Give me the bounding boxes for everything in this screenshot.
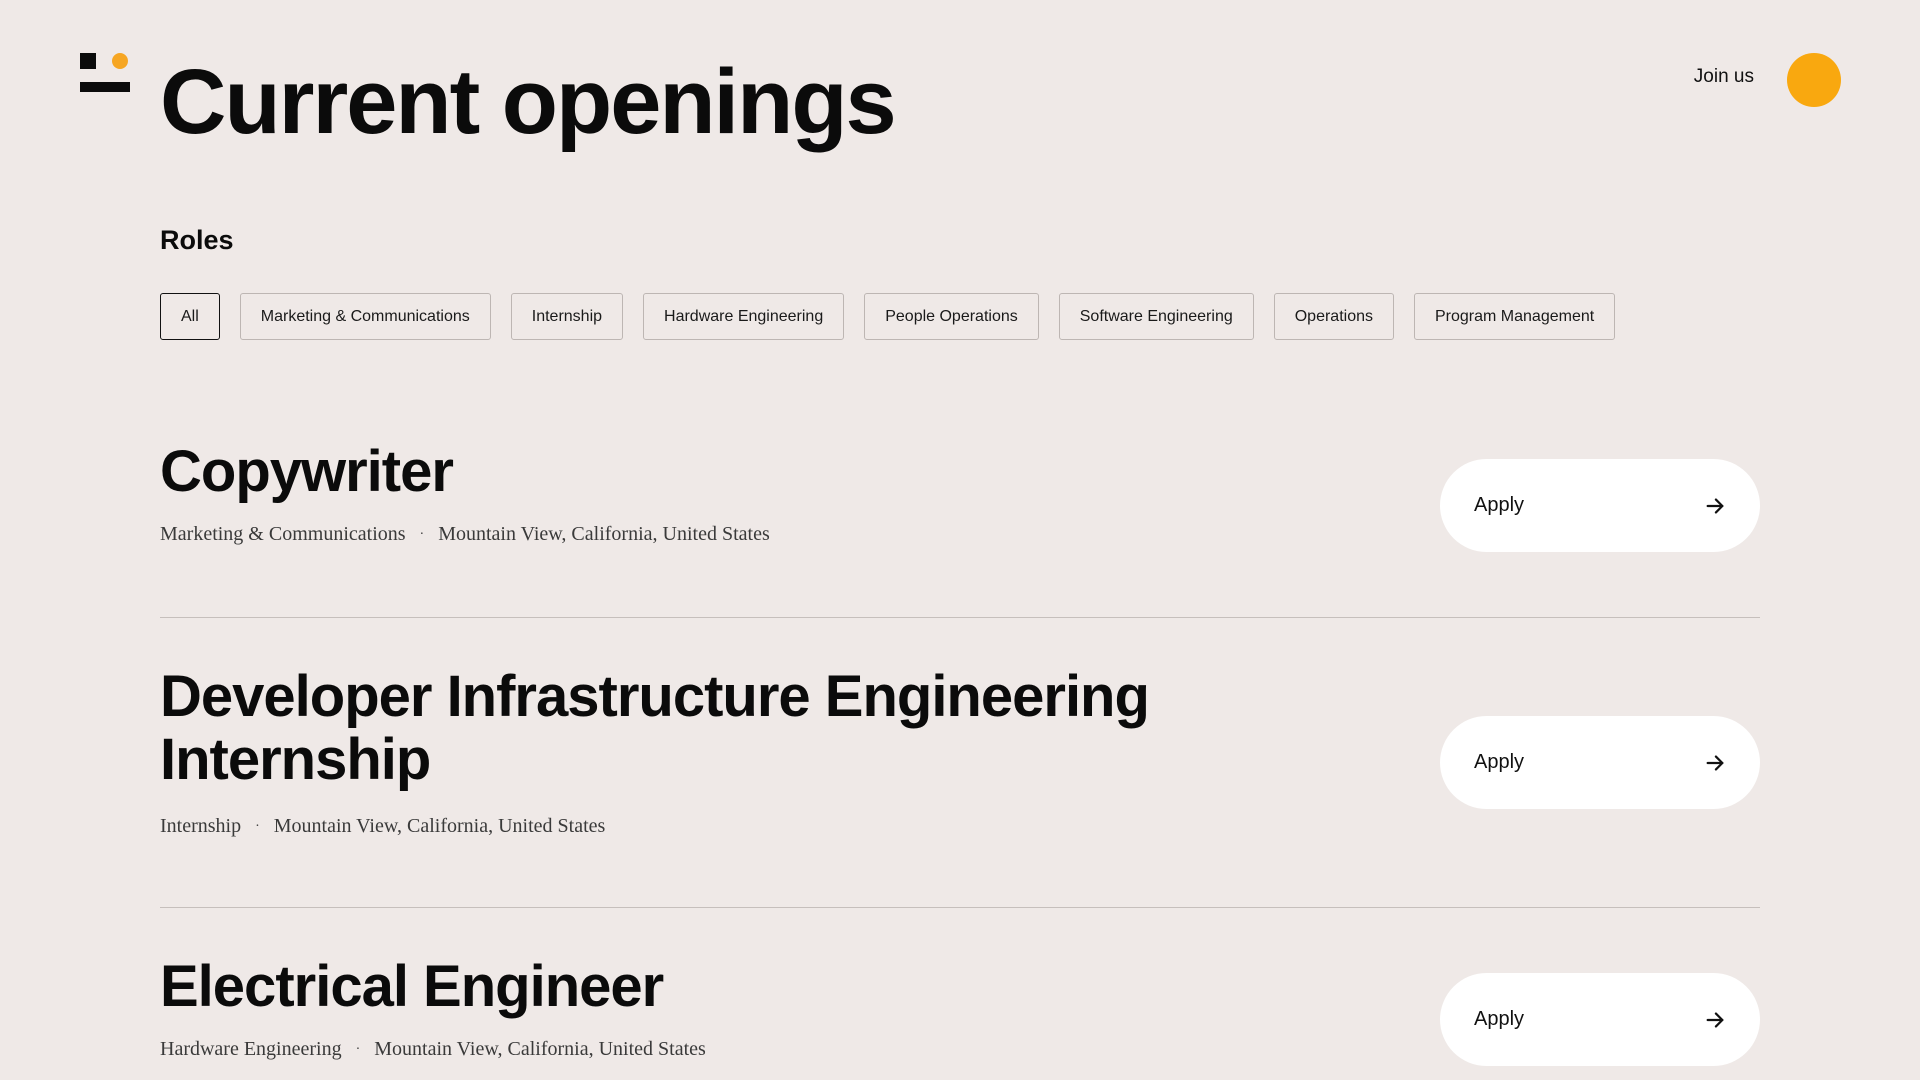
- arrow-right-icon: [1706, 497, 1724, 514]
- logo-dot: [112, 53, 128, 69]
- job-department: Internship: [160, 815, 242, 837]
- menu-avatar-button[interactable]: [1787, 53, 1841, 107]
- apply-button[interactable]: Apply: [1440, 973, 1760, 1066]
- filter-marketing-communications[interactable]: Marketing & Communications: [239, 293, 491, 340]
- job-title[interactable]: Developer Infrastructure Engineering Int…: [160, 665, 1160, 791]
- job-listing: Copywriter Marketing & Communications · …: [160, 440, 1760, 618]
- meta-separator: ·: [255, 818, 260, 834]
- job-listing: Electrical Engineer Hardware Engineering…: [160, 955, 1760, 1080]
- filter-internship[interactable]: Internship: [510, 293, 624, 340]
- job-title[interactable]: Copywriter: [160, 440, 1160, 503]
- meta-separator: ·: [355, 1041, 361, 1057]
- arrow-right-icon: [1706, 1011, 1724, 1028]
- arrow-right-icon: [1706, 754, 1724, 771]
- apply-label: Apply: [1474, 1008, 1525, 1030]
- job-location: Mountain View, California, United States: [374, 1038, 706, 1060]
- filter-operations[interactable]: Operations: [1273, 293, 1394, 340]
- job-department: Marketing & Communications: [160, 523, 406, 545]
- job-location: Mountain View, California, United States: [273, 815, 606, 837]
- job-listing: Developer Infrastructure Engineering Int…: [160, 665, 1760, 908]
- meta-separator: ·: [419, 526, 425, 542]
- join-us-link[interactable]: Join us: [1694, 66, 1754, 88]
- role-filters: All Marketing & Communications Internshi…: [160, 293, 1616, 340]
- job-meta: Internship · Mountain View, California, …: [160, 815, 1760, 838]
- filter-hardware-engineering[interactable]: Hardware Engineering: [643, 293, 845, 340]
- logo-bar: [80, 82, 130, 92]
- page-title: Current openings: [160, 51, 897, 153]
- apply-button[interactable]: Apply: [1440, 716, 1760, 809]
- apply-button[interactable]: Apply: [1440, 459, 1760, 552]
- roles-heading: Roles: [160, 225, 234, 255]
- logo-square: [80, 53, 96, 69]
- apply-label: Apply: [1474, 751, 1525, 773]
- filter-program-management[interactable]: Program Management: [1414, 293, 1616, 340]
- filter-software-engineering[interactable]: Software Engineering: [1058, 293, 1254, 340]
- apply-label: Apply: [1474, 494, 1525, 516]
- job-department: Hardware Engineering: [160, 1038, 342, 1060]
- job-location: Mountain View, California, United States: [438, 523, 770, 545]
- company-logo[interactable]: [80, 53, 130, 95]
- job-title[interactable]: Electrical Engineer: [160, 955, 1160, 1018]
- filter-all[interactable]: All: [160, 293, 220, 340]
- filter-people-operations[interactable]: People Operations: [864, 293, 1039, 340]
